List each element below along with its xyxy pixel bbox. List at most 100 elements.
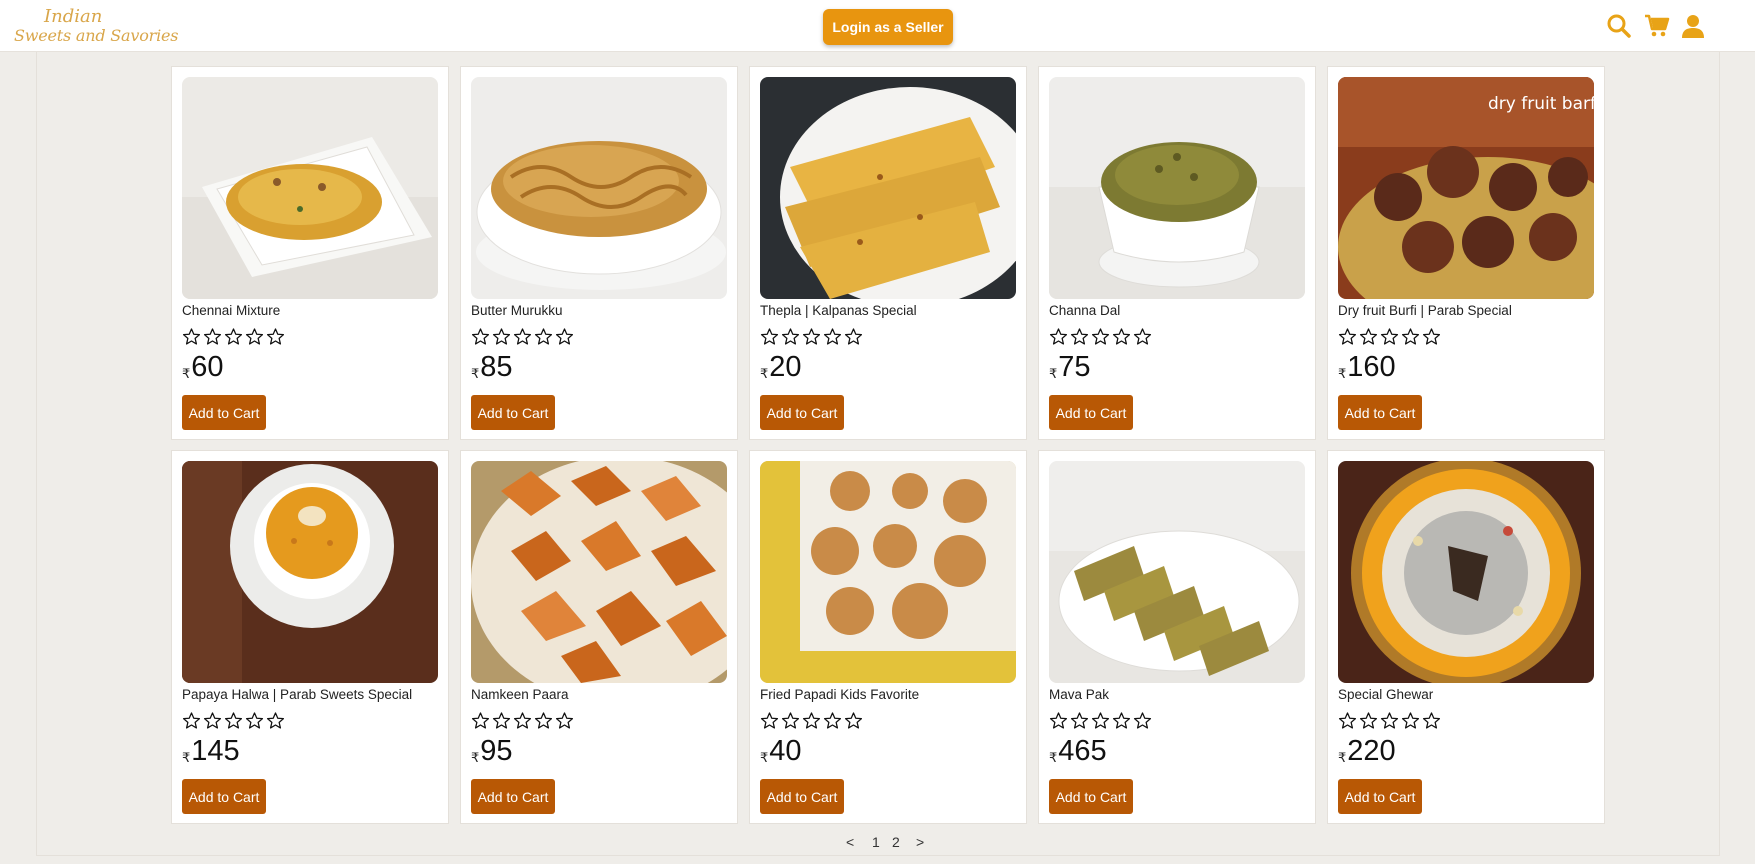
star-icon[interactable] <box>1133 711 1152 730</box>
star-icon[interactable] <box>760 327 779 346</box>
product-name[interactable]: Special Ghewar <box>1338 687 1600 702</box>
product-name[interactable]: Thepla | Kalpanas Special <box>760 303 1022 318</box>
add-to-cart-button[interactable]: Add to Cart <box>471 395 555 430</box>
star-icon[interactable] <box>1049 711 1068 730</box>
star-icon[interactable] <box>1070 711 1089 730</box>
rating-stars[interactable] <box>1338 327 1443 347</box>
login-as-seller-button[interactable]: Login as a Seller <box>823 9 953 45</box>
product-name[interactable]: Namkeen Paara <box>471 687 733 702</box>
star-icon[interactable] <box>1070 327 1089 346</box>
star-icon[interactable] <box>471 327 490 346</box>
star-icon[interactable] <box>1049 327 1068 346</box>
add-to-cart-button[interactable]: Add to Cart <box>182 779 266 814</box>
product-image[interactable]: dry fruit barfi <box>1338 77 1594 299</box>
star-icon[interactable] <box>224 327 243 346</box>
product-image[interactable] <box>760 461 1016 683</box>
star-icon[interactable] <box>203 711 222 730</box>
star-icon[interactable] <box>760 711 779 730</box>
star-icon[interactable] <box>781 327 800 346</box>
add-to-cart-button[interactable]: Add to Cart <box>1049 395 1133 430</box>
star-icon[interactable] <box>1338 327 1357 346</box>
product-image[interactable] <box>1049 461 1305 683</box>
pagination-next[interactable]: > <box>916 834 924 850</box>
star-icon[interactable] <box>203 327 222 346</box>
product-name[interactable]: Papaya Halwa | Parab Sweets Special <box>182 687 444 702</box>
pagination-prev[interactable]: < <box>846 834 854 850</box>
add-to-cart-button[interactable]: Add to Cart <box>471 779 555 814</box>
star-icon[interactable] <box>471 711 490 730</box>
brand-logo[interactable]: Indian Sweets and Savories <box>14 6 179 48</box>
add-to-cart-button[interactable]: Add to Cart <box>760 395 844 430</box>
product-name[interactable]: Butter Murukku <box>471 303 733 318</box>
star-icon[interactable] <box>1338 711 1357 730</box>
star-icon[interactable] <box>1091 327 1110 346</box>
star-icon[interactable] <box>1091 711 1110 730</box>
star-icon[interactable] <box>534 711 553 730</box>
add-to-cart-button[interactable]: Add to Cart <box>760 779 844 814</box>
star-icon[interactable] <box>1380 327 1399 346</box>
rating-stars[interactable] <box>1049 327 1154 347</box>
add-to-cart-button[interactable]: Add to Cart <box>1049 779 1133 814</box>
search-icon[interactable] <box>1606 13 1632 39</box>
star-icon[interactable] <box>534 327 553 346</box>
star-icon[interactable] <box>492 327 511 346</box>
rating-stars[interactable] <box>1049 711 1154 731</box>
add-to-cart-button[interactable]: Add to Cart <box>1338 395 1422 430</box>
cart-icon[interactable] <box>1644 13 1670 39</box>
star-icon[interactable] <box>802 327 821 346</box>
pagination-page-2[interactable]: 2 <box>892 834 900 850</box>
star-icon[interactable] <box>555 711 574 730</box>
star-icon[interactable] <box>492 711 511 730</box>
price-value: 160 <box>1347 351 1396 383</box>
rating-stars[interactable] <box>1338 711 1443 731</box>
product-name[interactable]: Dry fruit Burfi | Parab Special <box>1338 303 1600 318</box>
star-icon[interactable] <box>844 327 863 346</box>
user-icon[interactable] <box>1680 13 1706 39</box>
star-icon[interactable] <box>245 327 264 346</box>
product-name[interactable]: Chennai Mixture <box>182 303 444 318</box>
pagination-page-1[interactable]: 1 <box>872 834 880 850</box>
star-icon[interactable] <box>823 711 842 730</box>
star-icon[interactable] <box>266 327 285 346</box>
star-icon[interactable] <box>1401 327 1420 346</box>
product-image[interactable] <box>1049 77 1305 299</box>
product-image[interactable] <box>1338 461 1594 683</box>
star-icon[interactable] <box>182 327 201 346</box>
product-image[interactable] <box>760 77 1016 299</box>
star-icon[interactable] <box>1359 327 1378 346</box>
star-icon[interactable] <box>555 327 574 346</box>
product-image[interactable] <box>182 461 438 683</box>
star-icon[interactable] <box>182 711 201 730</box>
star-icon[interactable] <box>1380 711 1399 730</box>
rating-stars[interactable] <box>471 711 576 731</box>
product-name[interactable]: Mava Pak <box>1049 687 1311 702</box>
star-icon[interactable] <box>1112 327 1131 346</box>
product-image[interactable] <box>471 77 727 299</box>
star-icon[interactable] <box>1359 711 1378 730</box>
rating-stars[interactable] <box>182 711 287 731</box>
star-icon[interactable] <box>1401 711 1420 730</box>
product-image[interactable] <box>471 461 727 683</box>
rating-stars[interactable] <box>182 327 287 347</box>
star-icon[interactable] <box>1133 327 1152 346</box>
rating-stars[interactable] <box>760 711 865 731</box>
star-icon[interactable] <box>513 711 532 730</box>
rating-stars[interactable] <box>760 327 865 347</box>
add-to-cart-button[interactable]: Add to Cart <box>1338 779 1422 814</box>
star-icon[interactable] <box>1422 711 1441 730</box>
add-to-cart-button[interactable]: Add to Cart <box>182 395 266 430</box>
star-icon[interactable] <box>513 327 532 346</box>
star-icon[interactable] <box>823 327 842 346</box>
star-icon[interactable] <box>245 711 264 730</box>
rating-stars[interactable] <box>471 327 576 347</box>
star-icon[interactable] <box>266 711 285 730</box>
star-icon[interactable] <box>1112 711 1131 730</box>
product-name[interactable]: Channa Dal <box>1049 303 1311 318</box>
product-image[interactable] <box>182 77 438 299</box>
star-icon[interactable] <box>1422 327 1441 346</box>
star-icon[interactable] <box>224 711 243 730</box>
star-icon[interactable] <box>844 711 863 730</box>
product-name[interactable]: Fried Papadi Kids Favorite <box>760 687 1022 702</box>
star-icon[interactable] <box>802 711 821 730</box>
star-icon[interactable] <box>781 711 800 730</box>
